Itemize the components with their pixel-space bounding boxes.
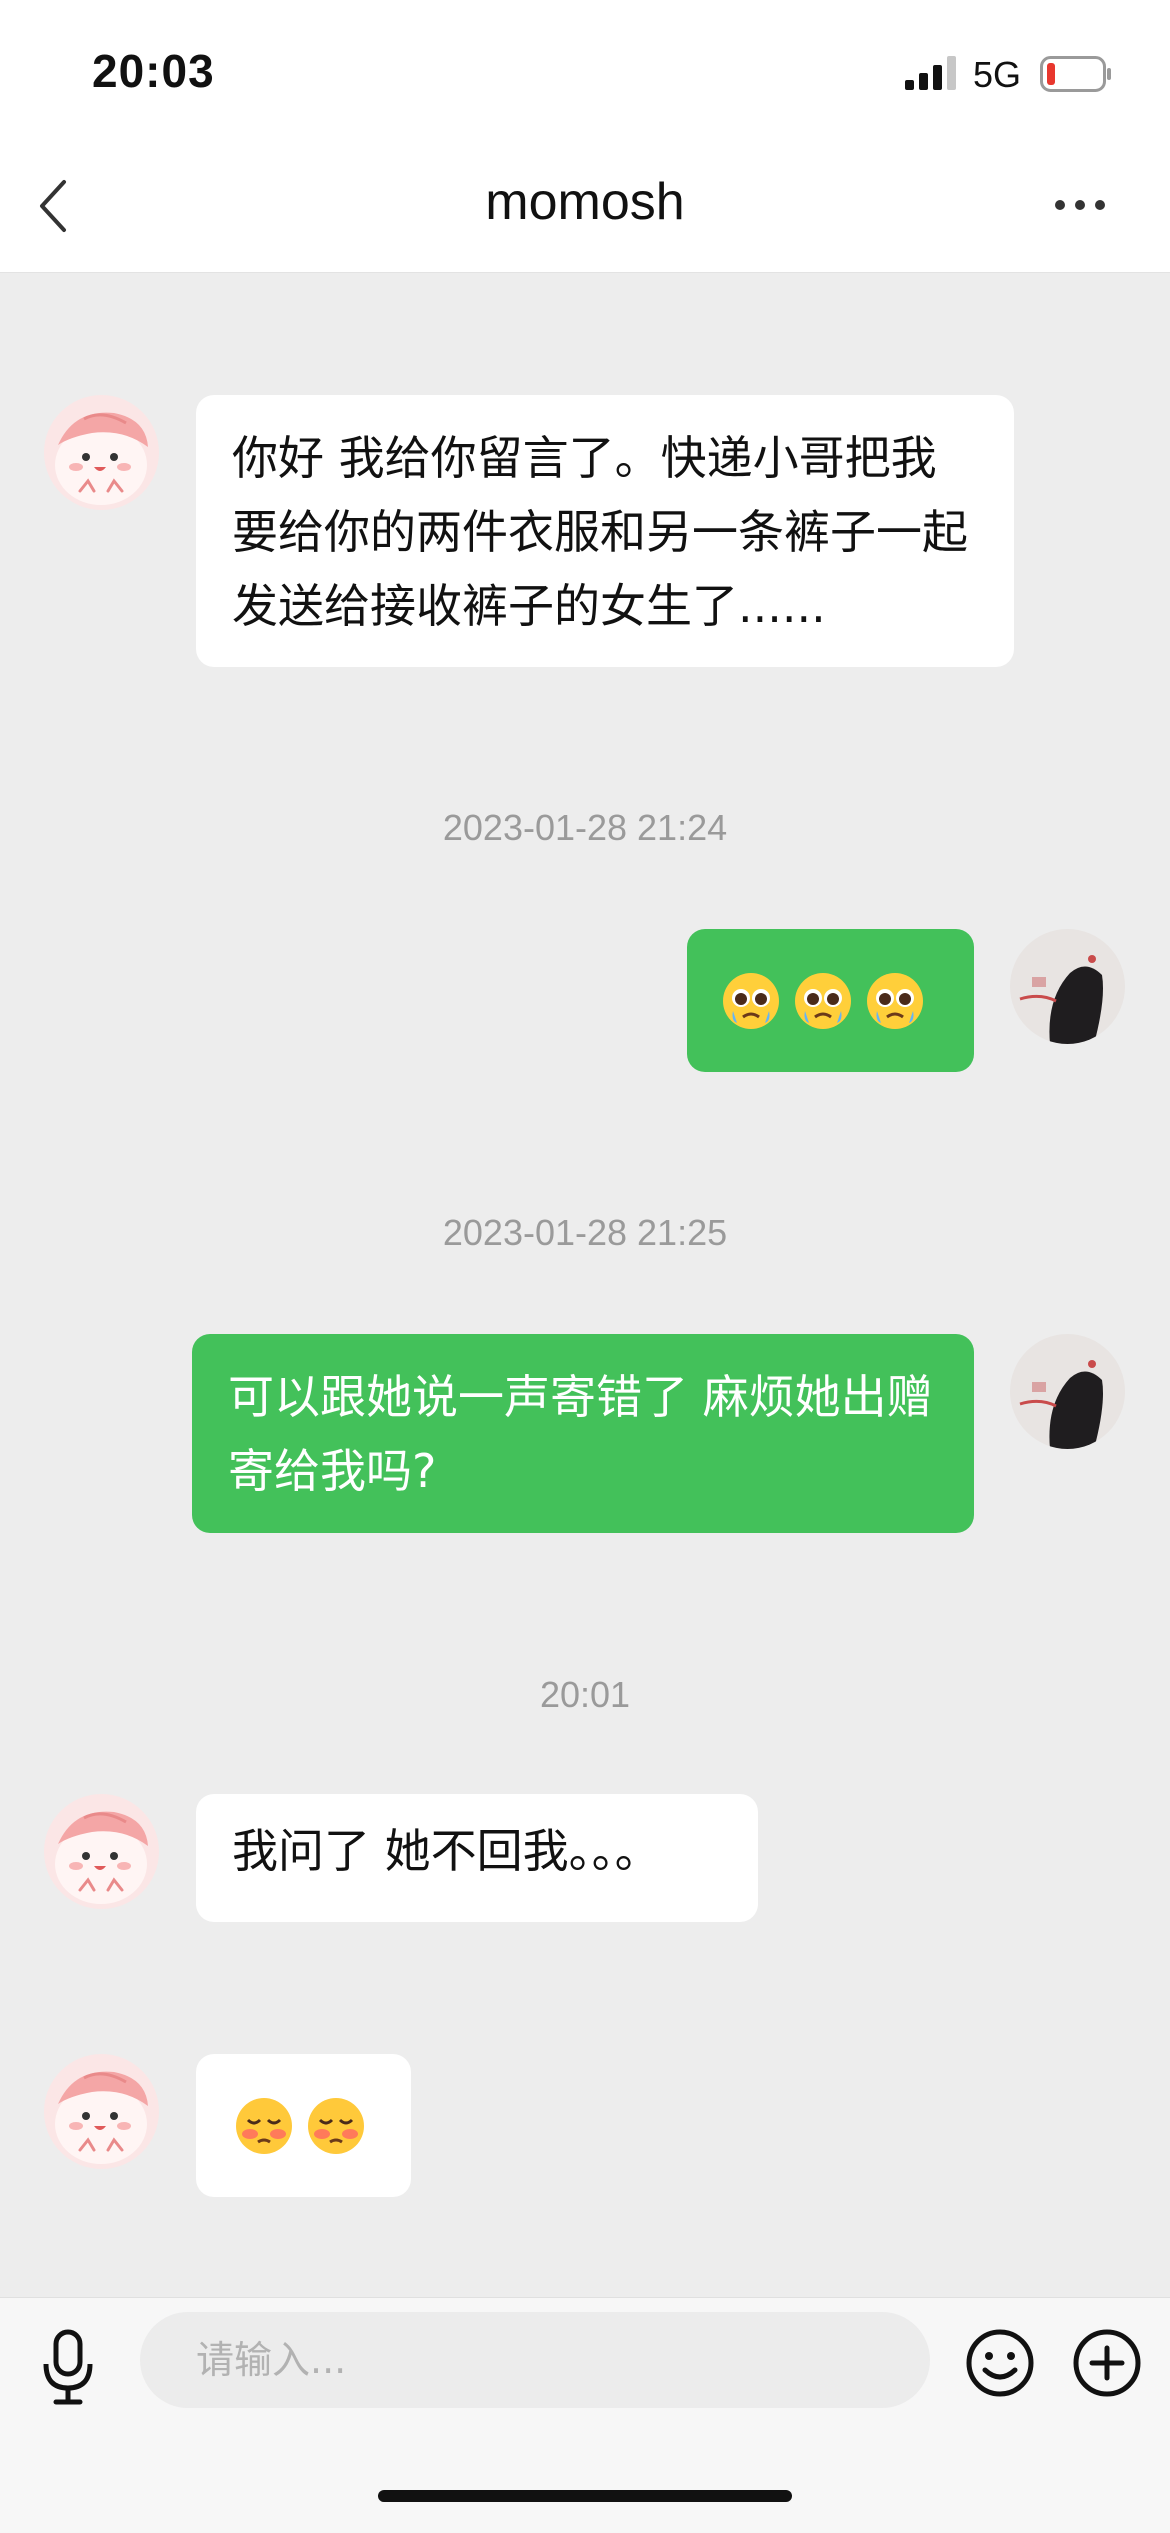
emoji-smile-icon[interactable] xyxy=(965,2328,1035,2398)
message-bubble-incoming[interactable]: 你好 我给你留言了。快递小哥把我要给你的两件衣服和另一条裤子一起发送给接收裤子的… xyxy=(196,395,1014,667)
home-indicator xyxy=(378,2490,792,2502)
flushed-pleading-face-icon xyxy=(236,2097,292,2154)
contact-avatar[interactable] xyxy=(44,2054,159,2169)
chat-header: momosh xyxy=(0,150,1170,273)
message-text: 你好 我给你留言了。快递小哥把我要给你的两件衣服和另一条裤子一起发送给接收裤子的… xyxy=(232,431,968,633)
network-type: 5G xyxy=(973,54,1022,95)
my-avatar[interactable] xyxy=(1010,929,1125,1044)
message-bubble-outgoing[interactable]: 可以跟她说一声寄错了 麻烦她出赠寄给我吗? xyxy=(192,1334,974,1533)
message-timestamp: 2023-01-28 21:24 xyxy=(442,807,728,848)
message-bubble-outgoing[interactable] xyxy=(687,929,974,1072)
pleading-face-icon xyxy=(795,972,851,1029)
message-text: 我问了 她不回我。。。 xyxy=(232,1824,661,1878)
user-photo-avatar-icon xyxy=(1010,929,1125,1044)
status-time: 20:03 xyxy=(92,45,215,97)
message-text: 可以跟她说一声寄错了 麻烦她出赠寄给我吗? xyxy=(228,1370,933,1498)
message-bubble-incoming[interactable] xyxy=(196,2054,411,2197)
message-timestamp: 20:01 xyxy=(539,1674,631,1715)
user-photo-avatar-icon xyxy=(1010,1334,1125,1449)
plus-circle-icon[interactable] xyxy=(1072,2328,1142,2398)
pleading-face-icon xyxy=(867,972,923,1029)
status-bar: 20:03 5G xyxy=(0,0,1170,150)
message-bubble-incoming[interactable]: 我问了 她不回我。。。 xyxy=(196,1794,758,1922)
cellular-signal-icon xyxy=(905,56,956,90)
message-input[interactable] xyxy=(140,2312,930,2408)
pink-blob-avatar-icon xyxy=(44,1794,159,1909)
pink-blob-avatar-icon xyxy=(44,395,159,510)
battery-icon xyxy=(1040,56,1111,92)
chat-title: momosh xyxy=(485,173,685,231)
pleading-face-icon xyxy=(723,972,779,1029)
pink-blob-avatar-icon xyxy=(44,2054,159,2169)
more-horizontal-icon[interactable] xyxy=(1050,190,1110,220)
message-timestamp: 2023-01-28 21:25 xyxy=(442,1212,728,1253)
flushed-pleading-face-icon xyxy=(308,2097,364,2154)
message-list[interactable]: 你好 我给你留言了。快递小哥把我要给你的两件衣服和另一条裤子一起发送给接收裤子的… xyxy=(0,272,1170,2297)
my-avatar[interactable] xyxy=(1010,1334,1125,1449)
contact-avatar[interactable] xyxy=(44,395,159,510)
microphone-icon[interactable] xyxy=(38,2328,98,2408)
contact-avatar[interactable] xyxy=(44,1794,159,1909)
